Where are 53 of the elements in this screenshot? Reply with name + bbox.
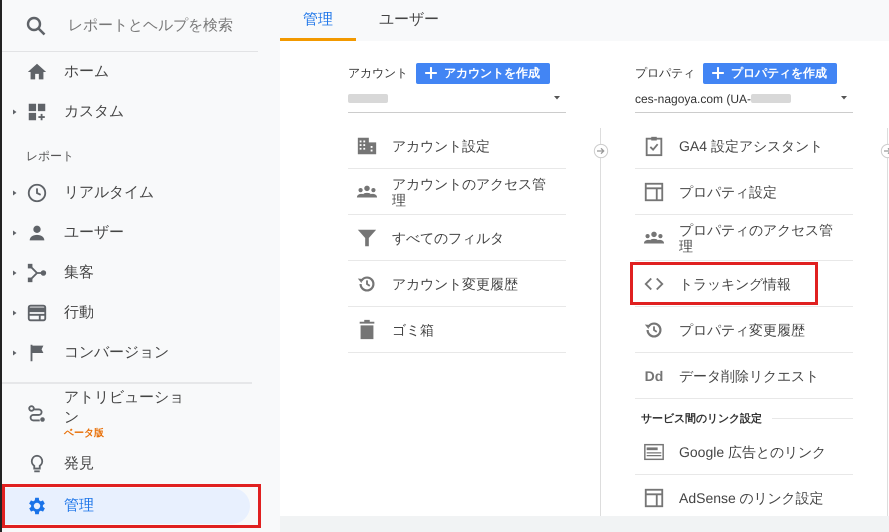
create-button[interactable]: プロパティを作成 <box>703 62 837 84</box>
nav-item[interactable]: コンバージョン <box>2 333 250 373</box>
expand-arrow-icon <box>12 268 18 278</box>
section-heading: サービス間のリンク設定 <box>640 412 762 426</box>
letters-icon: Dd <box>644 368 664 384</box>
clipboard-check-icon <box>643 134 665 156</box>
expand-arrow-icon <box>12 348 18 358</box>
menu-item[interactable]: GA4 設定アシスタント <box>637 123 851 168</box>
arrow-circle-icon <box>592 143 608 159</box>
layout-icon <box>643 180 665 202</box>
nav-item[interactable]: 集客 <box>2 253 250 293</box>
nav-item[interactable]: リアルタイム <box>2 173 250 213</box>
menu-item[interactable]: Google 広告とのリンク <box>637 429 851 474</box>
dashboard-icon <box>26 101 48 123</box>
expand-arrow-icon <box>12 228 18 238</box>
nav-item[interactable]: 発見 <box>2 444 250 484</box>
expand-arrow-icon <box>12 107 18 117</box>
column-heading: アカウント <box>348 64 408 82</box>
dropdown-field[interactable]: ces-nagoya.com (UA- <box>635 85 853 113</box>
menu-item[interactable]: トラッキング情報 <box>637 261 851 306</box>
expand-arrow-icon <box>12 188 18 198</box>
menu-item[interactable]: AdSense のリンク設定 <box>637 475 851 516</box>
menu-item[interactable]: アカウント設定 <box>350 123 564 168</box>
nav-item[interactable]: ユーザー <box>2 213 250 253</box>
tab[interactable]: 管理 <box>280 0 356 41</box>
column-heading: プロパティ <box>635 64 695 82</box>
plus-icon <box>711 66 725 80</box>
nav-item[interactable]: 管理 <box>5 488 250 524</box>
menu-item[interactable]: アカウントのアクセス管理 <box>350 169 564 214</box>
beta-label: ベータ版 <box>64 428 105 440</box>
plus-icon <box>424 66 438 80</box>
expand-arrow-icon <box>12 308 18 318</box>
menu-item[interactable]: すべてのフィルタ <box>350 215 564 260</box>
menu-item[interactable]: プロパティ変更履歴 <box>637 307 851 352</box>
nav-item[interactable]: 行動 <box>2 293 250 333</box>
section-heading: レポート <box>25 148 75 165</box>
tab[interactable]: ユーザー <box>356 0 462 41</box>
menu-item[interactable]: Dd データ削除リクエスト <box>637 353 851 398</box>
menu-item[interactable]: プロパティのアクセス管理 <box>637 215 851 260</box>
dropdown-arrow-icon <box>552 96 562 102</box>
clock-icon <box>26 182 48 204</box>
branch-icon <box>26 262 48 284</box>
nav-item[interactable]: ホーム <box>2 52 250 92</box>
search-field[interactable]: レポートとヘルプを検索 <box>68 17 258 34</box>
dropdown-arrow-icon <box>839 96 849 102</box>
menu-item[interactable]: ゴミ箱 <box>350 307 564 352</box>
create-button[interactable]: アカウントを作成 <box>416 62 550 84</box>
nav-item[interactable]: アトリビューション ベータ版 <box>2 384 250 444</box>
nav-item[interactable]: カスタム <box>2 92 250 132</box>
menu-item[interactable]: アカウント変更履歴 <box>350 261 564 306</box>
browser-window-icon <box>26 302 48 324</box>
menu-item[interactable]: プロパティ設定 <box>637 169 851 214</box>
layout-icon <box>643 486 665 508</box>
